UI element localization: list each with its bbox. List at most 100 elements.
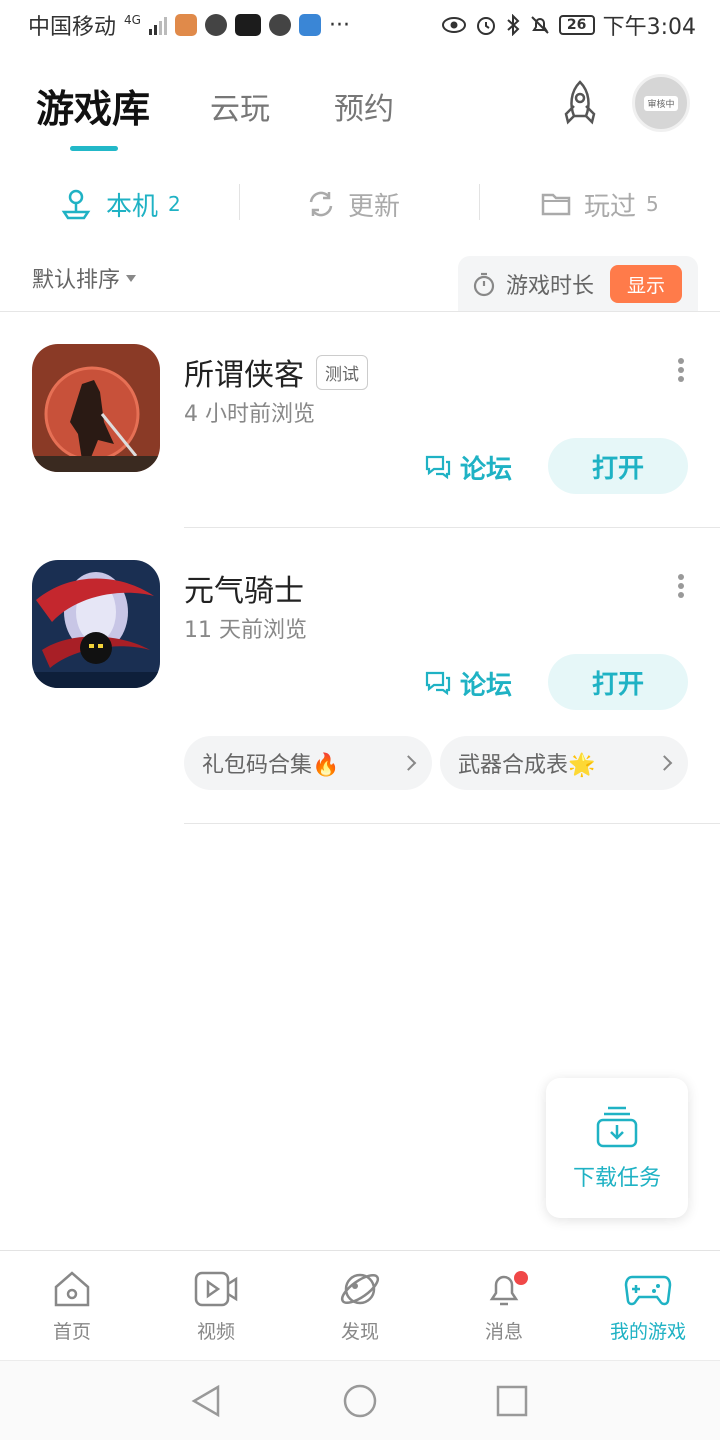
mute-icon [530,16,549,34]
chevron-right-icon [656,755,673,771]
divider [239,184,240,220]
nav-messages-label: 消息 [484,1321,523,1343]
tab-reservation[interactable]: 预约 [334,84,394,128]
planet-icon [340,1273,380,1305]
nav-discover[interactable]: 发现 [288,1267,432,1344]
home-icon [54,1271,90,1307]
tab-cloud-play[interactable]: 云玩 [210,84,270,128]
home-circle-icon[interactable] [340,1381,380,1421]
game-title-row: 所谓侠客 测试 [184,350,368,394]
signal-icon [148,15,167,35]
game-title: 所谓侠客 [184,358,304,393]
gift-code-chip[interactable]: 礼包码合集🔥 [184,736,432,790]
qq-notification-icon [268,14,291,36]
divider [0,311,720,312]
nav-messages[interactable]: 消息 [432,1267,576,1344]
download-tasks-label: 下载任务 [572,1166,661,1191]
nav-video-label: 视频 [196,1321,235,1343]
chevron-right-icon [400,755,417,771]
nav-video[interactable]: 视频 [144,1267,288,1344]
nav-home[interactable]: 首页 [0,1267,144,1344]
timer-icon [473,272,495,297]
chat-notification-icon [204,14,227,36]
forum-label: 论坛 [460,454,513,485]
battery-level: 26 [566,17,587,33]
nav-discover-label: 发现 [340,1321,379,1343]
forum-label: 论坛 [460,670,513,701]
game-icon-suowei-xiake[interactable] [32,344,160,472]
clock-text: 下午3:04 [602,15,696,40]
game-title-row: 元气骑士 [184,566,304,610]
notification-badge [514,1271,528,1285]
game-title: 元气骑士 [184,574,304,609]
divider [184,823,720,824]
subtab-bar: 本机 2 更新 玩过 5 [0,176,720,232]
nav-home-label: 首页 [52,1321,91,1343]
avatar-status-badge: 审核中 [644,95,678,111]
back-icon[interactable] [186,1381,226,1421]
network-text: 4G [124,13,141,27]
app-notification-icon [174,14,197,36]
open-game-button[interactable]: 打开 [548,438,688,494]
more-options-icon[interactable] [672,354,690,386]
subtab-update[interactable]: 更新 [306,176,400,232]
gamepad-icon [624,1275,672,1306]
subtab-played[interactable]: 玩过 5 [540,176,659,232]
download-icon [596,1106,638,1148]
game-card[interactable]: 所谓侠客 测试 4 小时前浏览 论坛 打开 [0,344,720,528]
forum-button[interactable]: 论坛 [424,444,512,490]
subtab-local-label: 本机 [106,191,159,222]
browser-notification-icon [298,14,321,36]
download-tasks-button[interactable]: 下载任务 [546,1078,688,1218]
video-icon [194,1271,238,1307]
more-options-icon[interactable] [672,570,690,602]
forum-button[interactable]: 论坛 [424,660,512,706]
game-icon-yuanqi-qishi[interactable] [32,560,160,688]
divider [479,184,480,220]
nav-my-games[interactable]: 我的游戏 [576,1267,720,1344]
game-card[interactable]: 元气骑士 11 天前浏览 论坛 打开 礼包码合集🔥 武器合成表🌟 [0,560,720,824]
chip-label: 武器合成表🌟 [458,753,596,778]
tab-game-library[interactable]: 游戏库 [36,78,150,133]
subtab-local-count: 2 [168,192,181,216]
subtab-local[interactable]: 本机 2 [58,176,181,232]
test-tag: 测试 [316,354,368,390]
rocket-icon[interactable] [552,76,608,132]
header: 游戏库 云玩 预约 审核中 [0,60,720,160]
nav-my-games-label: 我的游戏 [609,1321,686,1343]
carrier-text: 中国移动 [28,15,117,40]
divider [184,527,720,528]
battery-icon: 26 [558,15,595,35]
bottom-nav: 首页 视频 发现 消息 我的游戏 [0,1250,720,1360]
forum-icon [425,455,451,480]
bluetooth-icon [506,14,520,36]
status-right: 26 下午3:04 [441,9,696,41]
last-viewed-text: 11 天前浏览 [184,618,307,643]
sort-dropdown[interactable]: 默认排序 [32,262,137,294]
open-game-button[interactable]: 打开 [548,654,688,710]
caret-down-icon [126,274,137,282]
playtime-toggle: 游戏时长 显示 [458,256,698,312]
last-viewed-text: 4 小时前浏览 [184,402,315,427]
chip-label: 礼包码合集🔥 [202,753,340,778]
subtab-played-count: 5 [646,192,659,216]
more-notifications-icon: ··· [328,12,350,38]
sort-label: 默认排序 [32,268,121,293]
subtab-update-label: 更新 [348,191,401,222]
alarm-icon [476,17,495,35]
folder-icon [541,193,571,216]
avatar[interactable]: 审核中 [632,74,690,132]
recents-icon[interactable] [492,1381,532,1421]
refresh-icon [309,191,333,217]
active-tab-indicator [70,146,118,151]
status-bar: 中国移动 4G ··· 26 下午3:04 [0,0,720,50]
forum-icon [425,671,451,696]
weapon-table-chip[interactable]: 武器合成表🌟 [440,736,688,790]
system-nav-bar [0,1360,720,1440]
local-device-icon [61,189,91,220]
show-playtime-button[interactable]: 显示 [610,265,683,303]
video-app-notification-icon [234,14,261,36]
subtab-played-label: 玩过 [584,191,637,222]
eye-icon [441,17,466,33]
status-left: 中国移动 4G ··· [28,9,350,41]
